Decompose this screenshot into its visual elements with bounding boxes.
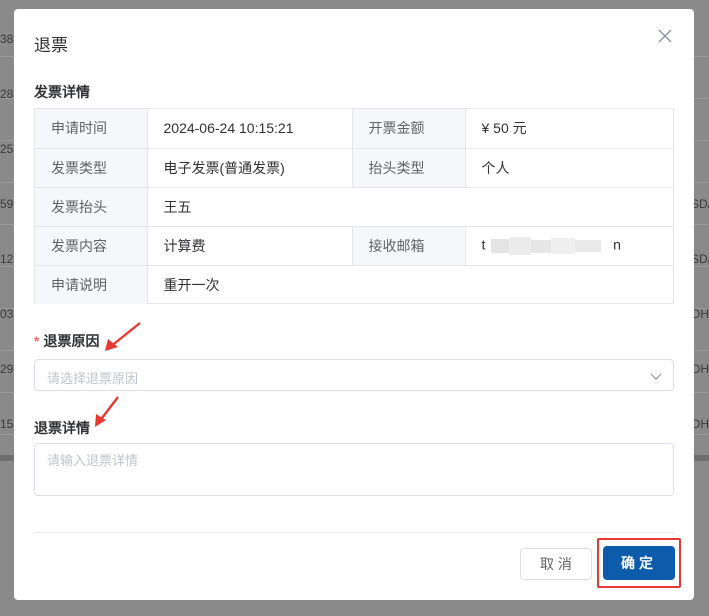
bg-cell: 25	[0, 142, 14, 156]
close-button[interactable]	[656, 27, 674, 45]
cancel-button[interactable]: 取 消	[520, 548, 592, 580]
field-value: ¥ 50 元	[464, 109, 673, 149]
field-value: 个人	[464, 148, 673, 188]
invoice-details-table: 申请时间 2024-06-24 10:15:21 开票金额 ¥ 50 元 发票类…	[34, 108, 674, 304]
field-label: 抬头类型	[351, 148, 465, 188]
close-icon	[658, 29, 672, 43]
table-row: 发票抬头 王五	[35, 187, 673, 227]
field-value: 重开一次	[146, 265, 673, 304]
refund-reason-text: 退票原因	[43, 333, 100, 349]
field-label: 申请说明	[35, 265, 147, 304]
field-label: 发票抬头	[35, 187, 147, 227]
annotation-arrow	[95, 396, 119, 427]
bg-cell: 59	[0, 197, 14, 211]
chevron-down-icon	[650, 373, 662, 380]
field-value: 电子发票(普通发票)	[146, 148, 352, 188]
annotation-arrow	[105, 322, 141, 351]
required-mark: *	[34, 333, 40, 349]
email-value: t n	[464, 226, 673, 266]
refund-reason-select[interactable]: 请选择退票原因	[34, 359, 674, 391]
email-redaction	[491, 236, 602, 255]
email-start: t	[481, 236, 486, 253]
email-end: n	[613, 236, 621, 253]
field-label: 申请时间	[35, 109, 147, 149]
bg-cell: 29	[0, 362, 14, 376]
dialog-title: 退票	[34, 36, 68, 55]
bg-cell: 15	[0, 417, 14, 431]
bg-cell: 12	[0, 252, 14, 266]
refund-dialog: 退票 发票详情 申请时间 2024-06-24 10:15:21 开票金额 ¥ …	[14, 9, 694, 600]
confirm-button[interactable]: 确定	[603, 546, 675, 580]
table-row: 申请说明 重开一次	[35, 265, 673, 304]
table-row: 发票类型 电子发票(普通发票) 抬头类型 个人	[35, 148, 673, 188]
invoice-details-title: 发票详情	[34, 84, 90, 100]
field-value: 2024-06-24 10:15:21	[146, 109, 352, 149]
field-label: 接收邮箱	[351, 226, 465, 266]
bg-cell: 03	[0, 307, 14, 321]
field-label: 发票类型	[35, 148, 147, 188]
refund-details-label: 退票详情	[34, 420, 90, 436]
field-label: 发票内容	[35, 226, 147, 266]
bg-cell: 28	[0, 87, 14, 101]
refund-reason-label: * 退票原因	[34, 331, 99, 351]
field-value: 王五	[146, 187, 673, 227]
footer-divider	[34, 532, 674, 533]
field-value: 计算费	[146, 226, 352, 266]
field-label: 开票金额	[351, 109, 465, 149]
bg-cell: 38	[0, 32, 14, 46]
select-placeholder: 请选择退票原因	[47, 371, 139, 386]
table-row: 发票内容 计算费 接收邮箱 t n	[35, 226, 673, 266]
table-row: 申请时间 2024-06-24 10:15:21 开票金额 ¥ 50 元	[35, 109, 673, 149]
refund-details-textarea[interactable]	[34, 443, 674, 496]
